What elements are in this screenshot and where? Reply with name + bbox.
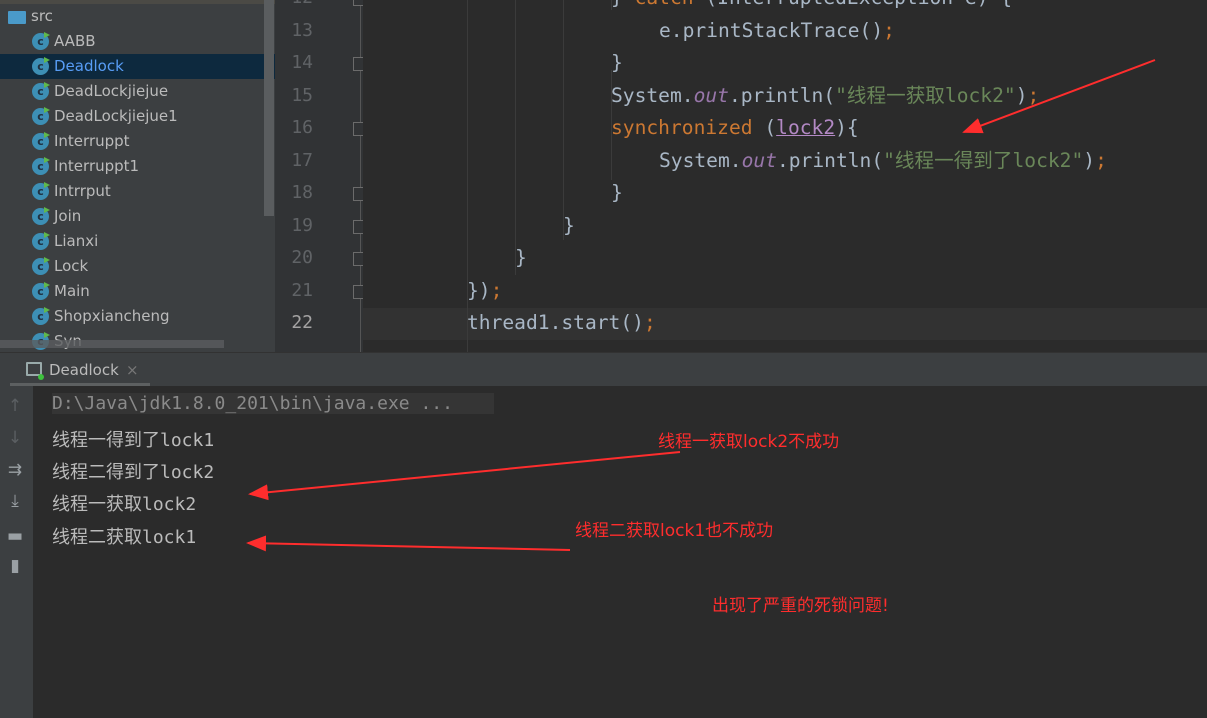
arrow-to-synchronized	[962, 59, 1156, 134]
arrow-to-output-line-4	[246, 535, 571, 552]
arrow-to-output-line-3	[248, 451, 681, 501]
annotation-arrows	[246, 59, 1156, 552]
